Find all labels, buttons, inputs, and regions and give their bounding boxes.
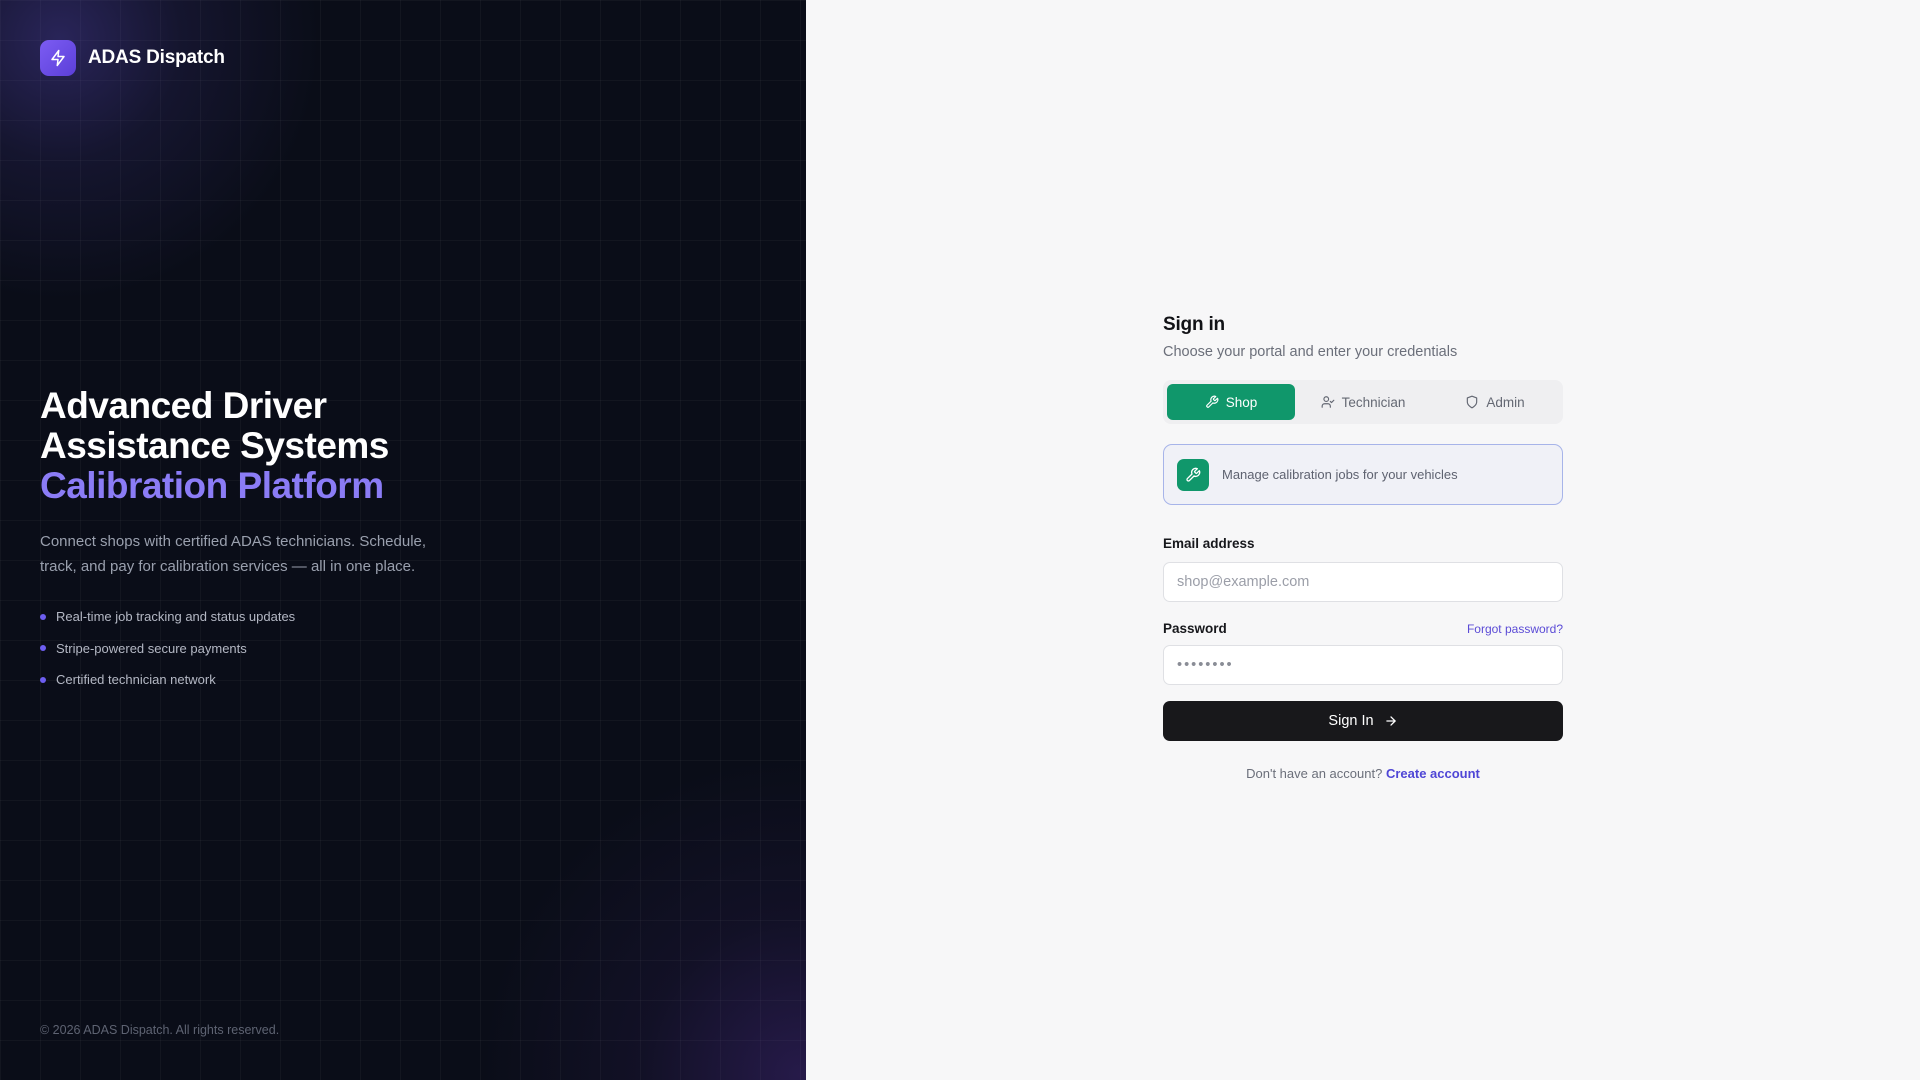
password-field[interactable] xyxy=(1163,645,1563,685)
sign-in-label: Sign In xyxy=(1328,713,1374,729)
signin-card: Sign in Choose your portal and enter you… xyxy=(1163,314,1563,781)
signup-row: Don't have an account? Create account xyxy=(1163,766,1563,781)
feature-text: Certified technician network xyxy=(56,672,216,688)
bullet-dot-icon xyxy=(40,613,46,620)
tab-technician[interactable]: Technician xyxy=(1299,384,1427,420)
bullet-dot-icon xyxy=(40,676,46,683)
signin-panel: Sign in Choose your portal and enter you… xyxy=(806,0,1920,1080)
create-account-link[interactable]: Create account xyxy=(1386,766,1480,781)
wrench-icon xyxy=(1205,395,1219,408)
feature-text: Real-time job tracking and status update… xyxy=(56,609,296,625)
bullet-dot-icon xyxy=(40,645,46,652)
portal-description-card: Manage calibration jobs for your vehicle… xyxy=(1163,444,1563,505)
no-account-text: Don't have an account? xyxy=(1246,766,1383,781)
copyright: © 2026 ADAS Dispatch. All rights reserve… xyxy=(40,1023,280,1037)
hero: Advanced Driver Assistance Systems Calib… xyxy=(40,386,440,696)
tab-shop-label: Shop xyxy=(1225,394,1258,410)
wrench-icon xyxy=(1177,458,1209,491)
feature-item: Certified technician network xyxy=(40,664,440,696)
tab-admin[interactable]: Admin xyxy=(1431,384,1559,420)
portal-description: Manage calibration jobs for your vehicle… xyxy=(1222,467,1458,482)
signin-title: Sign in xyxy=(1163,314,1225,335)
brand[interactable]: ADAS Dispatch xyxy=(40,40,225,76)
hero-description: Connect shops with certified ADAS techni… xyxy=(40,533,427,575)
feature-text: Stripe-powered secure payments xyxy=(56,640,247,656)
signin-subtitle: Choose your portal and enter your creden… xyxy=(1163,344,1458,360)
sign-in-button[interactable]: Sign In xyxy=(1163,701,1563,741)
email-field[interactable] xyxy=(1163,562,1563,602)
portal-tabs: Shop Technician Admin xyxy=(1163,380,1563,424)
password-label-row: Password Forgot password? xyxy=(1163,621,1563,636)
hero-title: Advanced Driver Assistance Systems Calib… xyxy=(40,386,440,506)
hero-title-accent: Calibration Platform xyxy=(40,465,384,506)
hero-title-line2: Assistance Systems xyxy=(40,425,389,466)
password-label: Password xyxy=(1163,621,1227,636)
tab-admin-label: Admin xyxy=(1486,394,1525,410)
forgot-password-link[interactable]: Forgot password? xyxy=(1467,622,1563,636)
marketing-panel: ADAS Dispatch Advanced Driver Assistance… xyxy=(0,0,806,1080)
arrow-right-icon xyxy=(1385,716,1396,726)
lightning-bolt-icon xyxy=(40,40,76,76)
hero-title-line1: Advanced Driver xyxy=(40,385,327,426)
feature-list: Real-time job tracking and status update… xyxy=(40,601,440,696)
feature-item: Real-time job tracking and status update… xyxy=(40,601,440,633)
email-group: Email address xyxy=(1163,535,1563,602)
tab-technician-label: Technician xyxy=(1341,394,1406,410)
feature-item: Stripe-powered secure payments xyxy=(40,633,440,665)
brand-name: ADAS Dispatch xyxy=(88,47,225,68)
tab-shop[interactable]: Shop xyxy=(1167,384,1295,420)
user-check-icon xyxy=(1321,396,1335,408)
password-group: Password Forgot password? xyxy=(1163,621,1563,685)
shield-icon xyxy=(1467,395,1478,409)
email-label: Email address xyxy=(1163,536,1255,551)
